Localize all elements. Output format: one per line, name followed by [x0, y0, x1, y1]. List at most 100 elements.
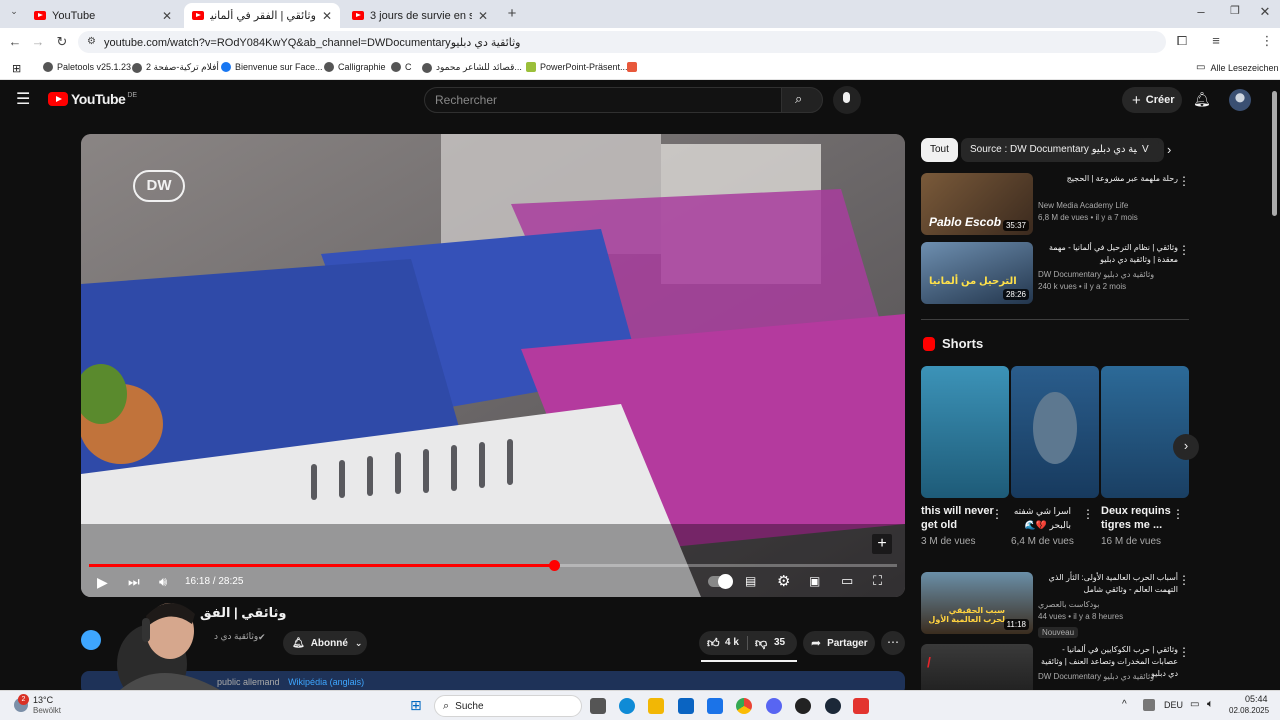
- all-bookmarks[interactable]: ▭ Alle Lesezeichen: [1196, 62, 1279, 73]
- bookmark-powerpoint[interactable]: PowerPoint-Präsent...: [526, 62, 628, 72]
- related-channel[interactable]: DW Documentary وثائقية دي دبليو: [1038, 672, 1154, 681]
- bookmark-orange-icon[interactable]: [627, 62, 637, 72]
- short-title[interactable]: this will never get old: [921, 504, 1001, 532]
- page-scrollbar[interactable]: [1272, 91, 1277, 216]
- tab-list-chevron-icon[interactable]: ⌄: [5, 6, 23, 17]
- forward-arrow-icon[interactable]: →: [29, 34, 47, 49]
- progress-scrubber-handle[interactable]: [548, 560, 560, 571]
- tab-active-video[interactable]: وثائقي | الفقر في ألمانيا | وثائقية ✕: [184, 3, 340, 28]
- task-view-icon[interactable]: [590, 698, 606, 714]
- theater-mode-icon[interactable]: ▭: [841, 573, 853, 589]
- hamburger-menu-icon[interactable]: ☰: [16, 89, 30, 109]
- edge-icon[interactable]: [619, 698, 635, 714]
- thumbs-up-icon[interactable]: 👍︎: [707, 636, 720, 651]
- chrome-icon[interactable]: [736, 698, 752, 714]
- new-tab-plus-icon[interactable]: +: [503, 5, 521, 22]
- voice-search-button[interactable]: [833, 86, 861, 114]
- tray-app-icon[interactable]: [1143, 699, 1155, 711]
- create-button[interactable]: + Créer: [1122, 87, 1182, 113]
- apps-grid-icon[interactable]: ⊞: [12, 62, 21, 75]
- related-video[interactable]: / وثائقي | حرب الكوكايين في ألمانيا - عص…: [921, 644, 1181, 690]
- related-menu-icon[interactable]: ⋮: [1178, 645, 1190, 659]
- notifications-bell-icon[interactable]: 🔔︎: [1193, 91, 1211, 108]
- add-to-playlist-plus-icon[interactable]: +: [872, 534, 892, 554]
- thumbs-down-icon[interactable]: 👎︎: [755, 636, 767, 651]
- short-thumbnail[interactable]: [1011, 366, 1099, 498]
- address-bar[interactable]: ⚙ youtube.com/watch?v=ROdY084KwYQ&ab_cha…: [78, 31, 1166, 53]
- chip-next[interactable]: V: [1137, 138, 1159, 162]
- tab-youtube[interactable]: YouTube ✕: [26, 3, 180, 28]
- related-video[interactable]: سبب الحقيقي لحرب العالمية الأول 11:18 أس…: [921, 572, 1181, 638]
- bookmark-facebook[interactable]: Bienvenue sur Face...: [221, 62, 323, 72]
- related-title[interactable]: وثائقي | نظام الترحيل في ألمانيا - مهمة …: [1038, 242, 1178, 266]
- more-actions-icon[interactable]: ⋯: [881, 631, 905, 655]
- short-title[interactable]: Deux requins tigres me ...: [1101, 504, 1181, 532]
- bookmark-turkish-films[interactable]: أفلام تركية-صفحة 2: [132, 62, 219, 73]
- short-thumbnail[interactable]: [921, 366, 1009, 498]
- settings-gear-icon[interactable]: ⚙: [777, 572, 790, 590]
- clock-time[interactable]: 05:44: [1245, 694, 1268, 704]
- channel-avatar[interactable]: [81, 630, 101, 650]
- related-menu-icon[interactable]: ⋮: [1178, 573, 1190, 587]
- related-menu-icon[interactable]: ⋮: [1178, 174, 1190, 188]
- related-thumbnail[interactable]: سبب الحقيقي لحرب العالمية الأول 11:18: [921, 572, 1033, 634]
- window-close-icon[interactable]: ✕: [1256, 4, 1274, 20]
- browser-menu-icon[interactable]: ⋮: [1258, 33, 1276, 49]
- tab-close-icon[interactable]: ✕: [322, 9, 332, 23]
- progress-bar[interactable]: [89, 560, 897, 571]
- short-menu-icon[interactable]: ⋮: [1082, 507, 1094, 521]
- search-button[interactable]: ⌕: [781, 87, 823, 113]
- short-menu-icon[interactable]: ⋮: [1172, 507, 1184, 521]
- related-channel[interactable]: DW Documentary وثائقية دي دبليو: [1038, 270, 1154, 279]
- reading-list-icon[interactable]: ≡: [1207, 33, 1225, 48]
- related-channel[interactable]: New Media Academy Life: [1038, 201, 1128, 210]
- chip-all[interactable]: Tout: [921, 138, 958, 162]
- related-menu-icon[interactable]: ⋮: [1178, 243, 1190, 257]
- window-restore-icon[interactable]: ❐: [1226, 4, 1244, 17]
- discord-icon[interactable]: [766, 698, 782, 714]
- short-thumbnail[interactable]: [1101, 366, 1189, 498]
- windows-start-icon[interactable]: ⊞: [410, 697, 422, 714]
- outlook-icon[interactable]: [678, 698, 694, 714]
- related-channel[interactable]: بودكاست بالعصري: [1038, 600, 1100, 609]
- related-thumbnail[interactable]: Pablo Escob 35:37: [921, 173, 1033, 235]
- shorts-next-chevron-icon[interactable]: ›: [1173, 434, 1199, 460]
- tab-close-icon[interactable]: ✕: [162, 9, 172, 23]
- account-avatar[interactable]: [1229, 89, 1251, 111]
- subscribed-button[interactable]: 🔔︎ Abonné ⌄: [283, 631, 367, 655]
- window-minimize-icon[interactable]: –: [1192, 4, 1210, 19]
- related-title[interactable]: رحلة ملهمة عبر مشروعة | الحجيج: [1038, 173, 1178, 185]
- back-arrow-icon[interactable]: ←: [6, 34, 24, 49]
- bookmark-poems[interactable]: قصائد للشاعر محمود...: [422, 62, 522, 73]
- reload-icon[interactable]: ↻: [53, 34, 71, 50]
- tab-close-icon[interactable]: ✕: [478, 9, 488, 23]
- subtitles-cc-icon[interactable]: ▤: [745, 574, 756, 588]
- bookmark-c[interactable]: C: [391, 62, 412, 72]
- taskbar-search[interactable]: ⌕ Suche: [434, 695, 582, 717]
- video-player[interactable]: DW + ▶ ⏭ 🔊︎ 16:18 / 28:25 ▤ ⚙ ▣ ▭ ⛶: [81, 134, 905, 597]
- tab-survie[interactable]: 3 jours de survie en solo (sans ✕: [344, 3, 496, 28]
- like-count[interactable]: 4 k: [725, 637, 739, 648]
- related-video[interactable]: Pablo Escob 35:37 رحلة ملهمة عبر مشروعة …: [921, 173, 1181, 235]
- share-button[interactable]: ➦ Partager: [803, 631, 875, 655]
- chips-next-chevron-icon[interactable]: ›: [1167, 142, 1171, 157]
- site-info-icon[interactable]: ⚙: [87, 36, 96, 47]
- obs-icon[interactable]: [795, 698, 811, 714]
- related-title[interactable]: أسباب الحرب العالمية الأولى: الثأر الذي …: [1038, 572, 1178, 596]
- related-thumbnail[interactable]: الترحيل من ألمانيا 28:26: [921, 242, 1033, 304]
- youtube-logo[interactable]: YouTube DE: [48, 91, 137, 107]
- short-menu-icon[interactable]: ⋮: [991, 507, 1003, 521]
- clock-date[interactable]: 02.08.2025: [1229, 706, 1269, 715]
- fullscreen-icon[interactable]: ⛶: [873, 573, 882, 589]
- bookmark-calligraphie[interactable]: Calligraphie: [324, 62, 386, 72]
- chip-source-dw[interactable]: Source : DW Documentary وثائقية دي دبليو: [961, 138, 1165, 162]
- input-language[interactable]: DEU: [1164, 700, 1183, 710]
- related-video[interactable]: الترحيل من ألمانيا 28:26 وثائقي | نظام ا…: [921, 242, 1181, 304]
- file-explorer-icon[interactable]: [648, 698, 664, 714]
- short-title[interactable]: اسرا شي شفته بالبحر 💔🌊: [1011, 504, 1071, 532]
- autoplay-toggle[interactable]: [708, 574, 733, 589]
- related-thumbnail[interactable]: /: [921, 644, 1033, 690]
- network-icon[interactable]: ▭: [1190, 699, 1199, 710]
- bookmark-paletools[interactable]: Paletools v25.1.23: [43, 62, 131, 72]
- search-input[interactable]: Rechercher: [424, 87, 782, 113]
